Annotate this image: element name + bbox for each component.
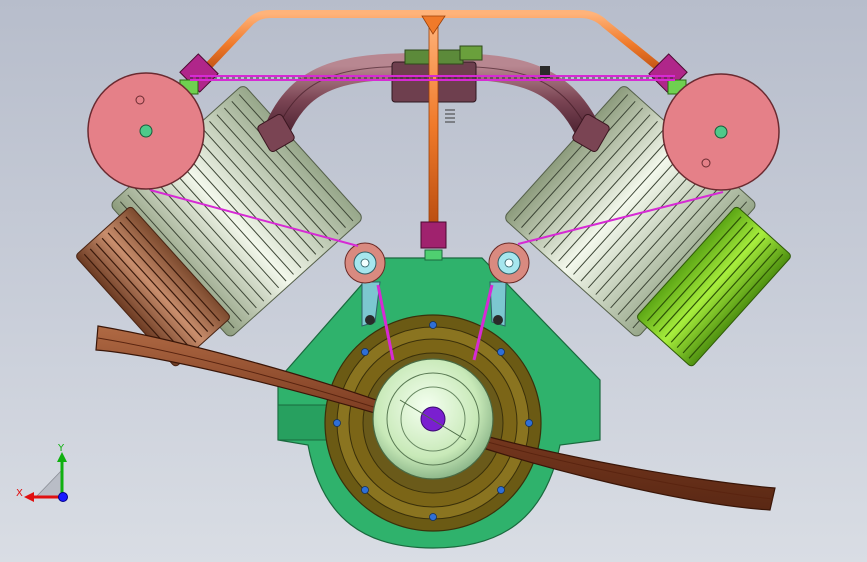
right-pulley[interactable] (662, 73, 780, 191)
propeller-hub[interactable] (372, 358, 494, 480)
engine-model[interactable] (0, 0, 867, 562)
triad-origin (58, 492, 68, 502)
triad-y-label: Y (58, 443, 65, 454)
triad-x-label: X (16, 488, 23, 499)
cad-viewport[interactable]: X Y (0, 0, 867, 562)
coordinate-triad (24, 452, 68, 502)
left-pulley[interactable] (87, 72, 205, 190)
triad-plane (35, 469, 63, 498)
